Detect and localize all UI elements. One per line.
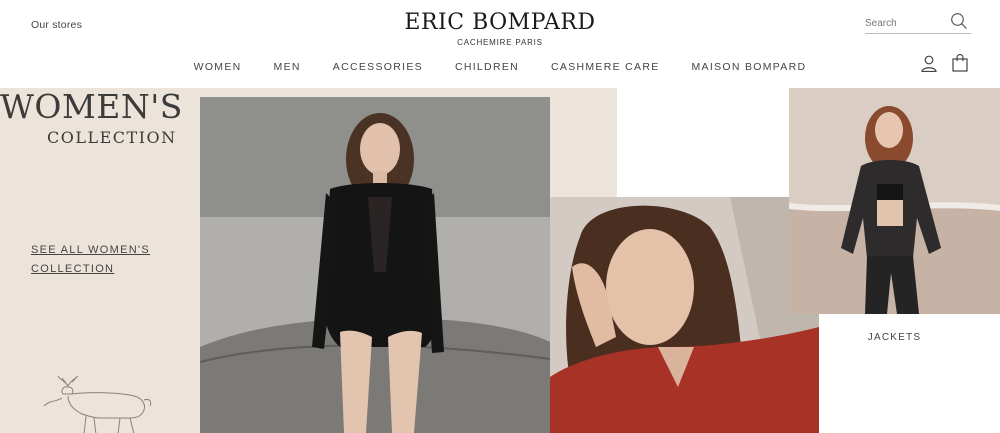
photo-woman-red-sweater[interactable] [550,197,819,433]
nav-item-children[interactable]: CHILDREN [439,61,535,73]
main-nav: WOMEN MEN ACCESSORIES CHILDREN CASHMERE … [0,61,1000,73]
brand-logo[interactable]: ERIC BOMPARD CACHEMIRE PARIS [0,8,1000,47]
search-box [865,12,971,34]
see-all-womens-collection-link[interactable]: SEE ALL WOMEN'S COLLECTION [31,241,161,279]
nav-item-accessories[interactable]: ACCESSORIES [317,61,439,73]
jackets-category-label[interactable]: JACKETS [789,332,1000,343]
user-icon[interactable] [921,55,937,72]
nav-item-women[interactable]: WOMEN [178,61,258,73]
photo-woman-tweed-jacket[interactable] [789,88,1000,314]
search-icon[interactable] [950,12,968,30]
nav-item-men[interactable]: MEN [258,61,317,73]
search-input[interactable] [865,18,945,29]
cta-line-1: SEE ALL WOMEN'S [31,244,150,256]
logo-subtitle: CACHEMIRE PARIS [457,38,543,47]
shopping-bag-icon[interactable] [952,54,968,72]
reindeer-illustration [43,375,152,433]
nav-item-cashmere-care[interactable]: CASHMERE CARE [535,61,676,73]
cta-line-2: COLLECTION [31,263,115,275]
photo-woman-black-lace-dress[interactable] [200,97,550,433]
hero-subtitle: COLLECTION [47,128,177,147]
logo-title: ERIC BOMPARD [404,10,596,35]
hero-title: WOMEN'S [0,87,183,126]
nav-item-maison-bompard[interactable]: MAISON BOMPARD [676,61,823,73]
